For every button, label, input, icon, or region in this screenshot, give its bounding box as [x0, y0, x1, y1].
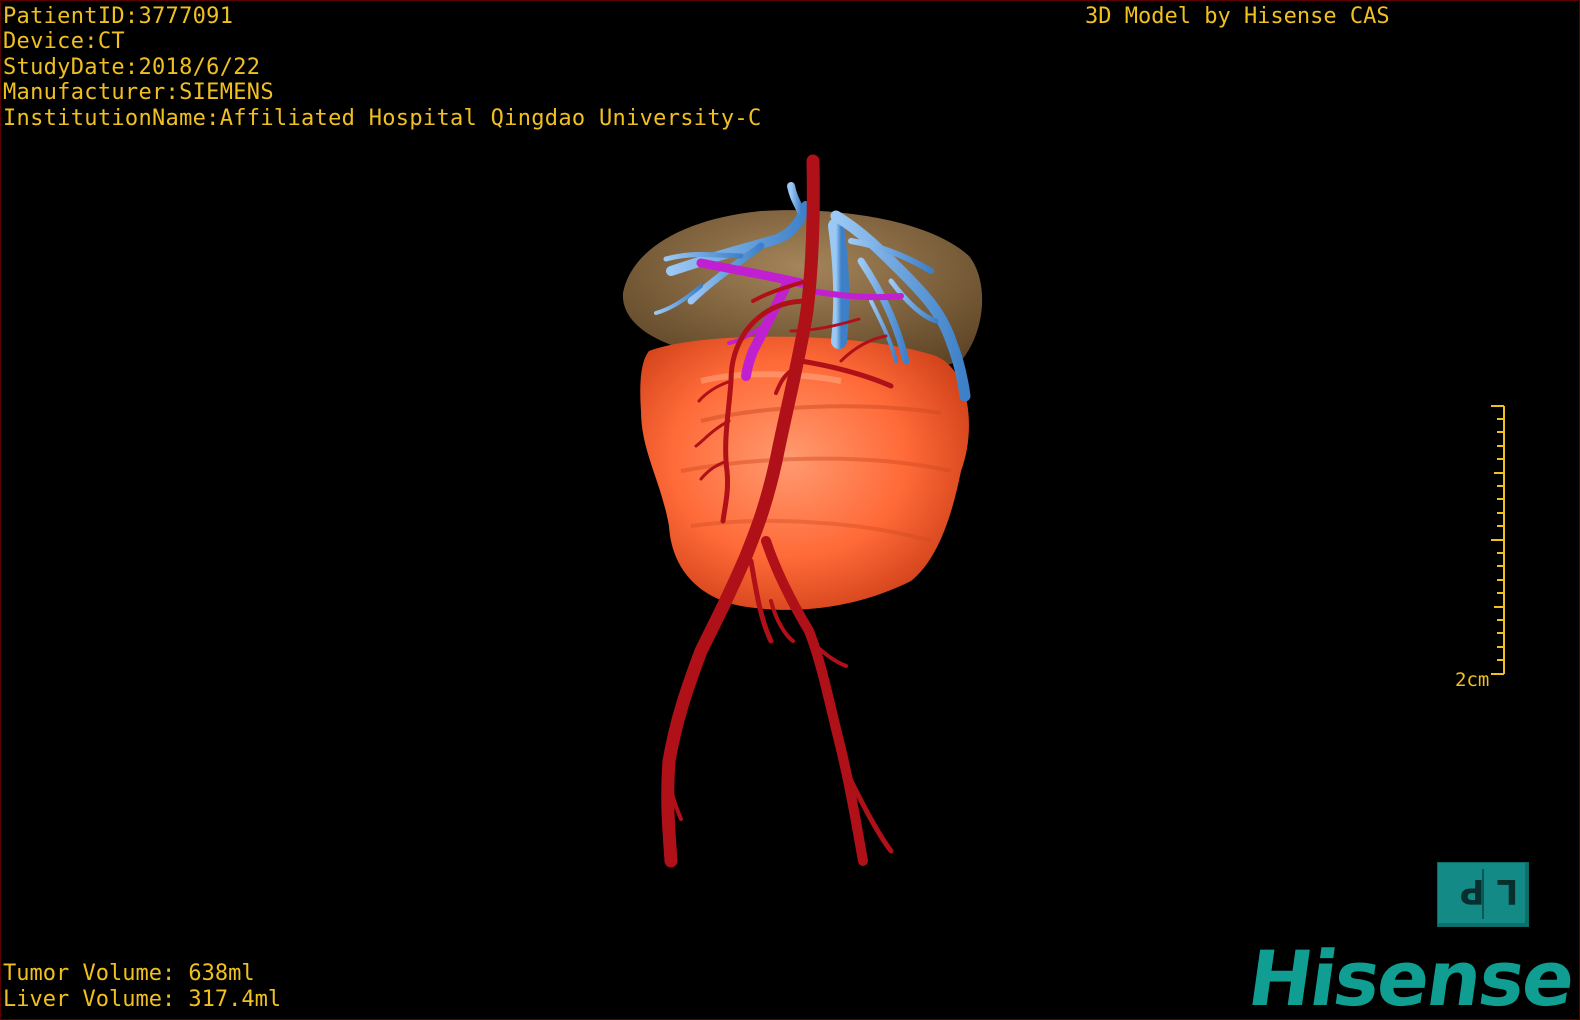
3d-render-scene[interactable]: [1, 1, 1579, 1019]
patient-id-text: PatientID:3777091: [3, 4, 234, 29]
3d-viewport[interactable]: PatientID:3777091 Device:CT StudyDate:20…: [0, 0, 1580, 1020]
hisense-logo: Hisense: [1242, 934, 1579, 1020]
study-date-text: StudyDate:2018/6/22: [3, 55, 261, 80]
institution-text: InstitutionName:Affiliated Hospital Qing…: [3, 106, 762, 131]
scale-bar: [1491, 405, 1505, 675]
orientation-cube-face-label: LP: [1447, 871, 1519, 911]
manufacturer-text: Manufacturer:SIEMENS: [3, 80, 274, 105]
tumor-volume-text: Tumor Volume: 638ml: [3, 961, 255, 986]
orientation-cube[interactable]: LP: [1437, 862, 1529, 927]
scale-bar-label: 2cm: [1455, 669, 1490, 691]
device-text: Device:CT: [3, 29, 125, 54]
liver-volume-text: Liver Volume: 317.4ml: [3, 987, 282, 1012]
model-watermark: 3D Model by Hisense CAS: [1085, 4, 1390, 29]
